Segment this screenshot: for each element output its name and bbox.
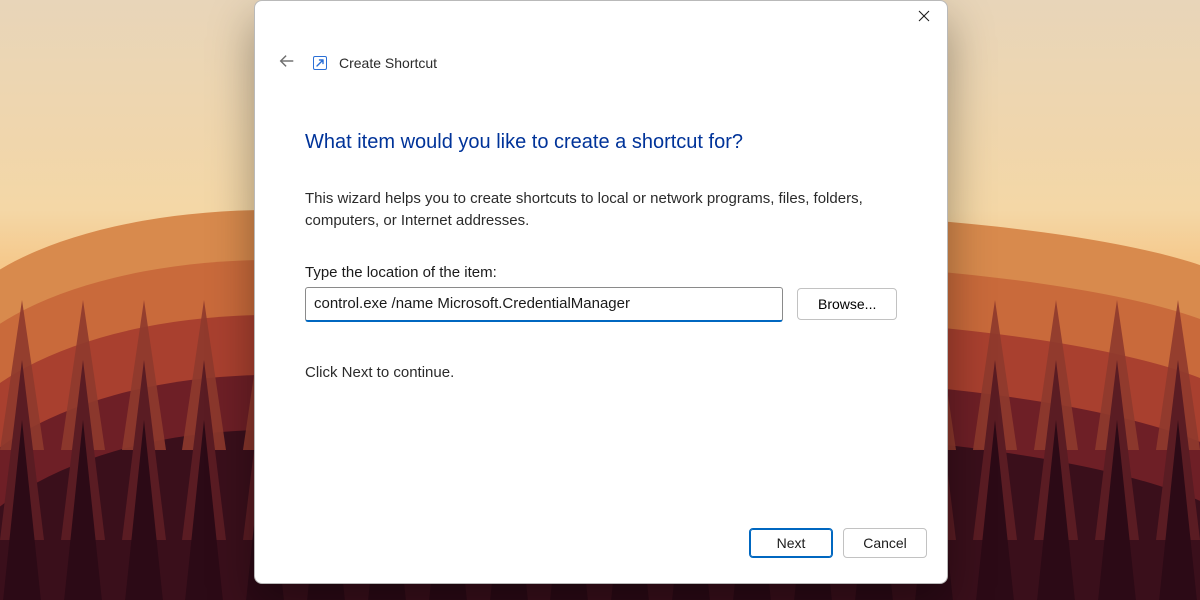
wizard-content: What item would you like to create a sho…: [255, 77, 947, 515]
location-label: Type the location of the item:: [305, 264, 897, 281]
wizard-headline: What item would you like to create a sho…: [305, 131, 897, 154]
back-button[interactable]: [273, 49, 301, 77]
next-button[interactable]: Next: [749, 528, 833, 558]
location-row: Browse...: [305, 287, 897, 322]
cancel-button[interactable]: Cancel: [843, 528, 927, 558]
close-button[interactable]: [901, 1, 947, 33]
location-input[interactable]: [305, 287, 783, 322]
create-shortcut-dialog: Create Shortcut What item would you like…: [254, 0, 948, 584]
dialog-footer: Next Cancel: [255, 515, 947, 583]
shortcut-icon: [313, 56, 327, 70]
close-icon: [918, 9, 930, 26]
titlebar: [255, 1, 947, 41]
arrow-left-icon: [278, 52, 296, 74]
continue-hint: Click Next to continue.: [305, 364, 897, 381]
wizard-description: This wizard helps you to create shortcut…: [305, 188, 865, 232]
page-title: Create Shortcut: [339, 55, 437, 71]
header-row: Create Shortcut: [255, 49, 947, 77]
browse-button[interactable]: Browse...: [797, 288, 897, 320]
